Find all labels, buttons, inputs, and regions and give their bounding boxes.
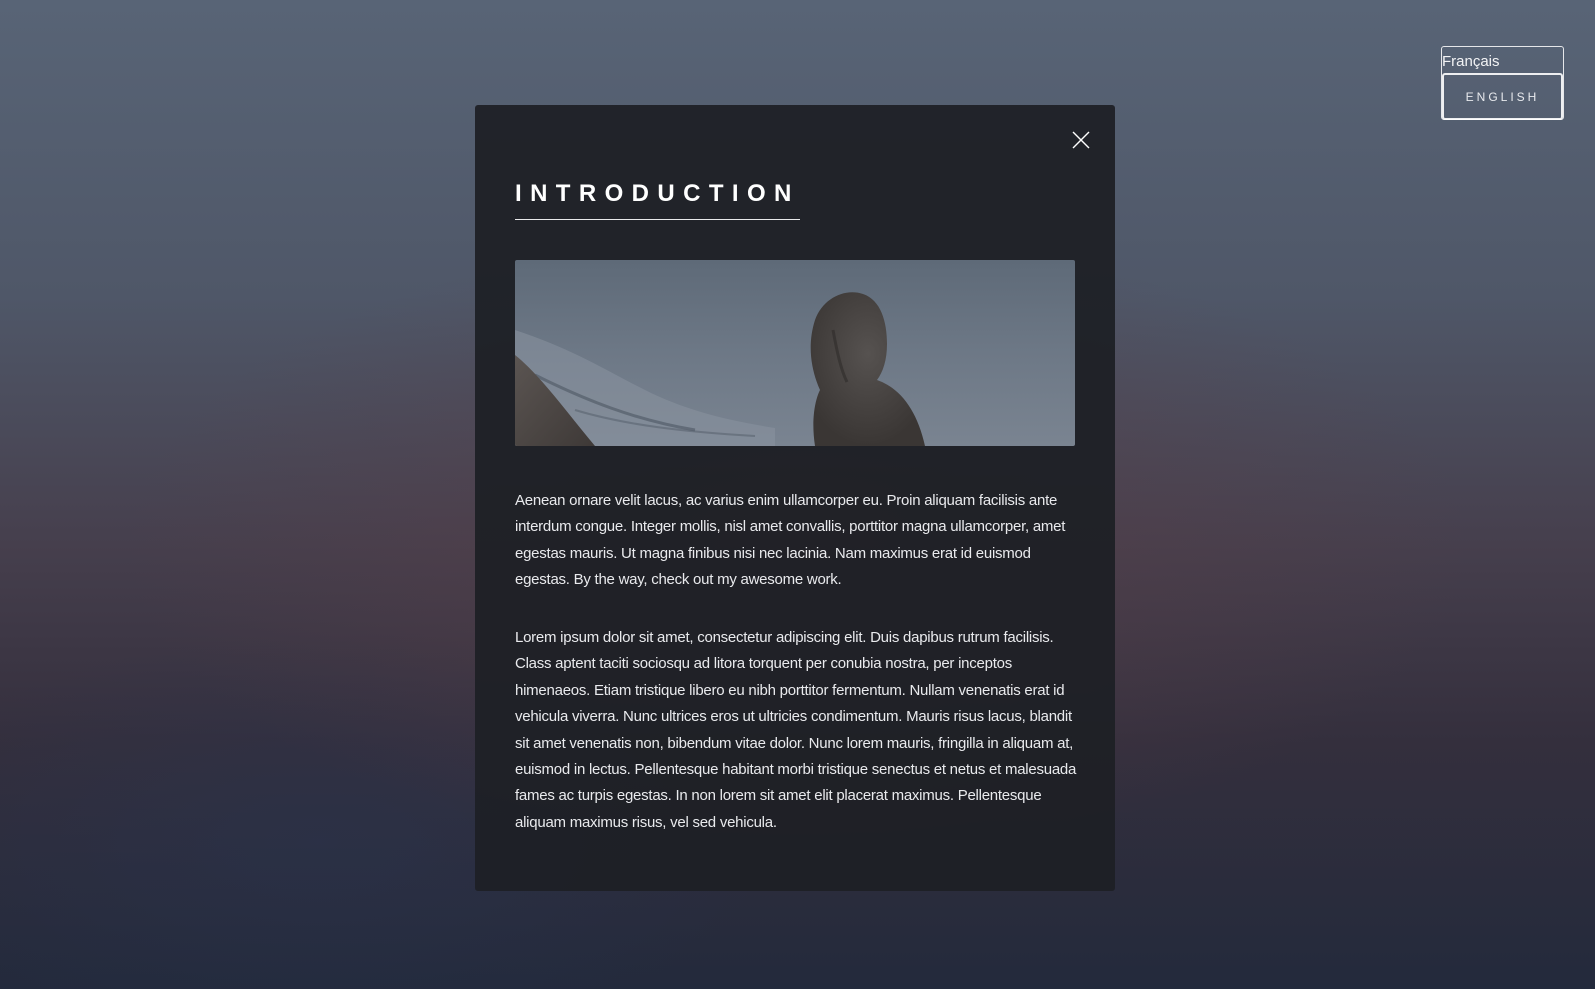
- intro-paragraph-2: Lorem ipsum dolor sit amet, consectetur …: [515, 629, 1077, 831]
- english-language-button[interactable]: ENGLISH: [1442, 73, 1563, 120]
- close-button[interactable]: [1070, 129, 1092, 151]
- introduction-modal: INTRODUCTION Aenean ornare velit lacus, …: [475, 105, 1115, 891]
- language-switcher: Français ENGLISH: [1441, 46, 1564, 120]
- modal-title: INTRODUCTION: [515, 179, 800, 220]
- intro-paragraph-1: Aenean ornare velit lacus, ac varius eni…: [515, 492, 1066, 589]
- current-language-label[interactable]: Français: [1442, 53, 1500, 71]
- close-icon: [1072, 131, 1090, 149]
- hooded-figure-by-sea-photo: [515, 260, 1075, 446]
- hero-image: [515, 260, 1075, 446]
